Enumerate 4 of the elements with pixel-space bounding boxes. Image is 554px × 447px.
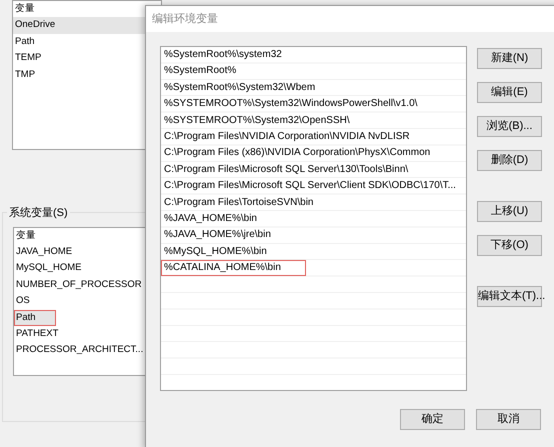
column-header: 变量 [15, 228, 37, 243]
window-title: 编辑环境变量 [146, 6, 554, 32]
column-header: 变量 [14, 2, 36, 16]
group-label: 系统变量(S) [7, 204, 70, 222]
